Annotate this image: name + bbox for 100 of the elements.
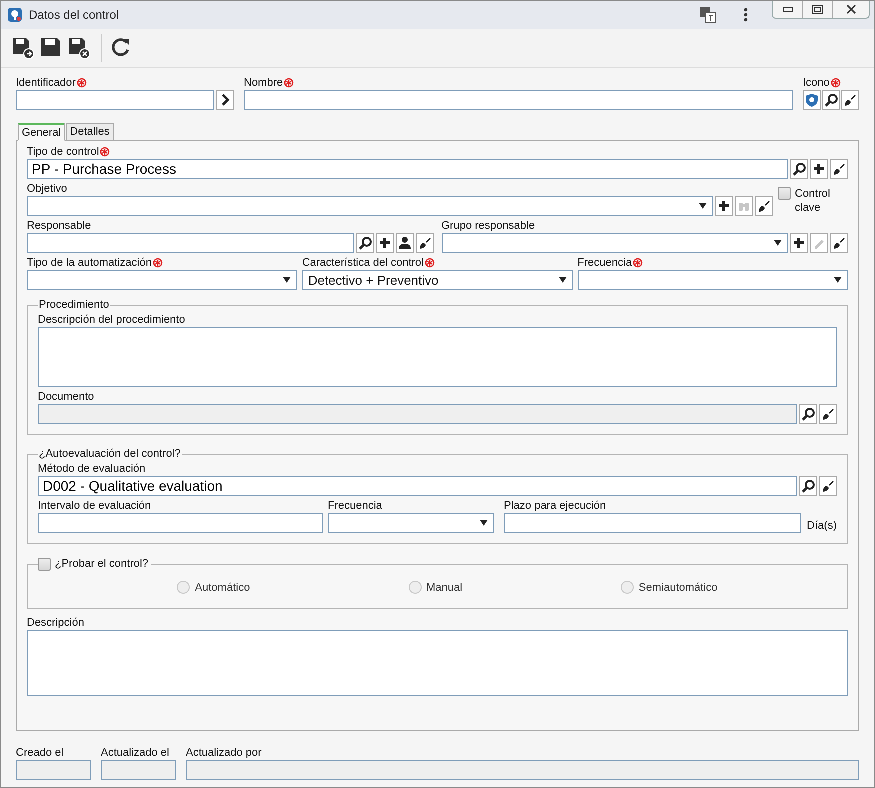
search-button[interactable] <box>799 404 817 424</box>
plus-button[interactable] <box>376 233 394 253</box>
tab[interactable]: Detalles <box>66 123 114 141</box>
search-icon <box>358 236 372 250</box>
field-label: Documento <box>38 391 94 403</box>
plus-button[interactable] <box>715 196 733 216</box>
field-label: Tipo de la automatización <box>27 257 152 269</box>
field-label: Actualizado por <box>186 747 262 759</box>
brush-icon <box>821 479 835 493</box>
brush-button[interactable] <box>416 233 434 253</box>
required-icon <box>152 258 163 268</box>
plus-button[interactable] <box>810 159 828 179</box>
person-icon <box>398 236 412 250</box>
field-label: Plazo para ejecución <box>504 500 606 512</box>
shield-button[interactable] <box>803 90 821 110</box>
brush-button[interactable] <box>819 476 837 496</box>
brush-icon <box>832 236 846 250</box>
field-label: Descripción del procedimiento <box>38 314 186 326</box>
required-icon <box>830 78 841 88</box>
required-icon <box>633 258 644 268</box>
radio-button[interactable] <box>620 581 634 594</box>
checkbox-label: Control clave <box>795 187 832 215</box>
field-label: Nombre <box>244 77 284 89</box>
plus-icon <box>792 236 806 250</box>
radio-label: Automático <box>195 582 250 594</box>
app-icon <box>7 7 23 23</box>
required-icon <box>100 147 110 157</box>
input-field[interactable] <box>38 513 323 533</box>
field-label: Responsable <box>27 220 92 232</box>
dropdown[interactable] <box>27 270 298 290</box>
input-field[interactable]: D002 - Qualitative evaluation <box>38 476 797 496</box>
dropdown[interactable] <box>328 513 494 533</box>
caret-icon <box>774 240 782 246</box>
brush-icon <box>757 199 771 213</box>
search-button[interactable] <box>356 233 374 253</box>
brush-button[interactable] <box>755 196 773 216</box>
text-area[interactable] <box>38 327 837 387</box>
plus-icon <box>378 236 392 250</box>
search-icon <box>801 407 815 421</box>
unit-label: Día(s) <box>807 520 837 532</box>
save-new-icon <box>12 37 34 59</box>
checkbox[interactable] <box>778 187 791 200</box>
input-field[interactable] <box>16 90 214 110</box>
field-label: Actualizado el <box>101 747 170 759</box>
brush-button[interactable] <box>841 90 859 110</box>
dropdown[interactable]: Detectivo + Preventivo <box>302 270 573 290</box>
search-button[interactable] <box>790 159 808 179</box>
plus-button[interactable] <box>790 233 808 253</box>
input-field[interactable] <box>27 233 354 253</box>
field-label: Grupo responsable <box>442 220 536 232</box>
field-label: Identificador <box>16 77 76 89</box>
brush-icon <box>843 93 857 107</box>
required-icon <box>425 258 435 268</box>
dropdown[interactable] <box>578 270 848 290</box>
tab[interactable]: General <box>18 123 66 141</box>
group-title: ¿Autoevaluación del control? <box>38 448 182 460</box>
shield-icon <box>805 93 819 107</box>
caret-icon <box>834 277 842 283</box>
radio-button[interactable] <box>177 581 190 594</box>
readonly-field[interactable] <box>16 760 91 780</box>
search-button[interactable] <box>822 90 840 110</box>
checkbox-label: ¿Probar el control? <box>55 557 149 571</box>
brush-button[interactable] <box>830 159 848 179</box>
readonly-field[interactable] <box>38 404 797 424</box>
close-icon <box>846 5 856 14</box>
readonly-field[interactable] <box>101 760 176 780</box>
plus-icon <box>717 199 731 213</box>
field-label: Frecuencia <box>328 500 382 512</box>
caret-icon <box>558 277 567 283</box>
brush-button[interactable] <box>819 404 837 424</box>
caret-icon <box>283 277 292 283</box>
person-button[interactable] <box>396 233 414 253</box>
radio-label: Manual <box>426 582 463 594</box>
search-icon <box>792 162 806 176</box>
chevron-button[interactable] <box>216 90 234 110</box>
menu-icon <box>744 7 748 23</box>
minimize-icon <box>782 7 792 12</box>
group-title: Procedimiento <box>38 299 110 311</box>
field-label: Icono <box>803 77 830 89</box>
input-field[interactable]: PP - Purchase Process <box>27 159 788 179</box>
maximize-icon <box>812 5 823 14</box>
save-close-icon <box>68 37 90 59</box>
field-label: Descripción <box>27 617 84 629</box>
input-field[interactable] <box>504 513 802 533</box>
input-field[interactable] <box>244 90 793 110</box>
readonly-field[interactable] <box>186 760 859 780</box>
brush-icon <box>832 162 846 176</box>
radio-label: Semiautomático <box>638 582 718 594</box>
brush-icon <box>821 407 835 421</box>
search-icon <box>801 479 815 493</box>
caret-icon <box>699 203 707 209</box>
text-area[interactable] <box>27 630 848 696</box>
radio-button[interactable] <box>408 581 422 594</box>
field-label: Característica del control <box>302 257 424 269</box>
field-label: Objetivo <box>27 183 68 195</box>
brush-button[interactable] <box>830 233 848 253</box>
search-button[interactable] <box>799 476 817 496</box>
field-label: Creado el <box>16 747 64 759</box>
checkbox[interactable] <box>38 558 51 570</box>
required-icon <box>284 78 294 88</box>
